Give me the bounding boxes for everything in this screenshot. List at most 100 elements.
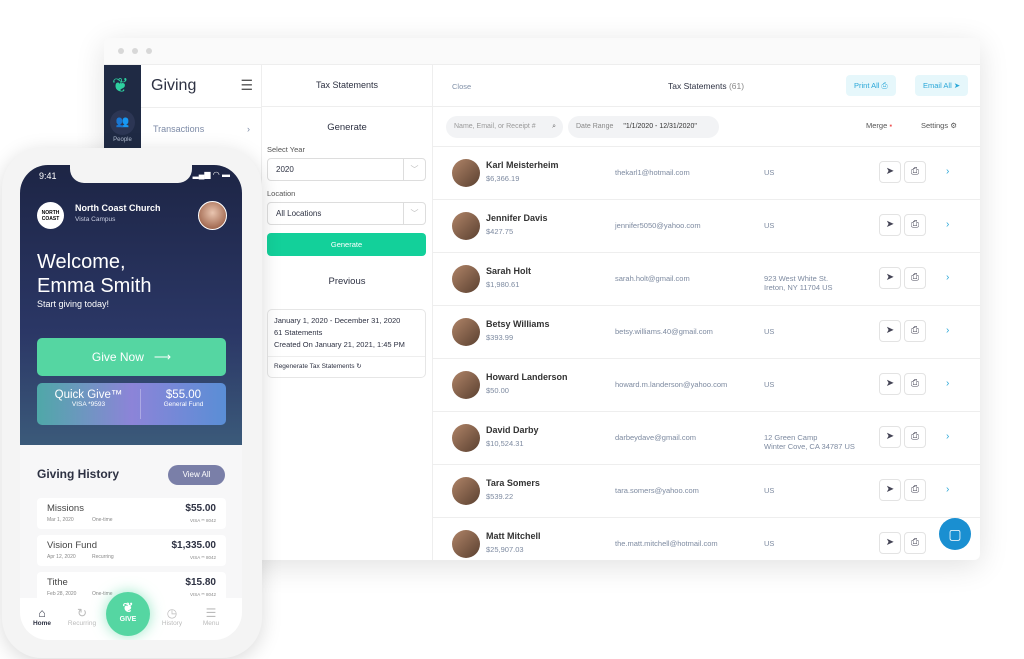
generate-button[interactable]: Generate: [267, 233, 426, 256]
quick-give-fund: General Fund: [163, 401, 204, 408]
year-select[interactable]: 2020 ﹀: [267, 158, 426, 181]
location-line: Ireton, NY 11704 US: [764, 283, 833, 292]
table-row[interactable]: Betsy Williams $393.99 betsy.williams.40…: [433, 306, 980, 359]
send-button[interactable]: ➤: [879, 426, 901, 448]
card-label: VISA *9593: [71, 401, 106, 408]
print-button[interactable]: ⎙: [904, 161, 926, 183]
nav-history[interactable]: ◷ History: [152, 606, 192, 627]
sidebar-item-transactions[interactable]: › Transactions: [141, 107, 262, 150]
table-row[interactable]: Karl Meisterheim $6,366.19 thekarl1@hotm…: [433, 147, 980, 200]
table-row[interactable]: Matt Mitchell $25,907.03 the.matt.mitche…: [433, 518, 980, 560]
avatar: [452, 424, 480, 452]
user-avatar[interactable]: [198, 201, 227, 230]
send-button[interactable]: ➤: [879, 320, 901, 342]
chevron-right-icon[interactable]: ›: [946, 431, 949, 442]
print-button[interactable]: ⎙: [904, 320, 926, 342]
chevron-right-icon[interactable]: ›: [946, 272, 949, 283]
donor-name: Tara Somers: [486, 478, 540, 488]
print-button[interactable]: ⎙: [904, 373, 926, 395]
menu-icon[interactable]: ☰: [240, 77, 253, 94]
nav-recurring[interactable]: ↻ Recurring: [62, 606, 102, 627]
print-button[interactable]: ⎙: [904, 214, 926, 236]
printer-icon: ⎙: [911, 325, 919, 336]
donor-email: howard.m.landerson@yahoo.com: [615, 380, 728, 389]
send-button[interactable]: ➤: [879, 479, 901, 501]
donor-name: Sarah Holt: [486, 266, 532, 276]
fund-name: Tithe: [47, 577, 68, 588]
chevron-right-icon[interactable]: ›: [946, 219, 949, 230]
date-range-filter[interactable]: Date Range "1/1/2020 - 12/31/2020": [568, 116, 719, 138]
history-item[interactable]: Missions Mar 1, 2020 One-time $55.00 VIS…: [37, 498, 226, 529]
avatar: [452, 318, 480, 346]
location-line: Winter Cove, CA 34787 US: [764, 442, 855, 451]
quick-give-card[interactable]: Quick Give™ VISA *9593 $55.00 General Fund: [37, 383, 226, 425]
print-button[interactable]: ⎙: [904, 532, 926, 554]
previous-statement-card[interactable]: January 1, 2020 - December 31, 2020 61 St…: [267, 309, 426, 378]
print-all-button[interactable]: Print All ⎙: [846, 75, 896, 96]
printer-icon: ⎙: [911, 484, 919, 495]
statements-main: Close Tax Statements (61) Print All ⎙ Em…: [433, 65, 980, 560]
email-all-label: Email All: [923, 81, 952, 90]
window-dot[interactable]: [146, 48, 152, 54]
gift-date: Mar 1, 2020: [47, 517, 74, 523]
nav-home[interactable]: ⌂ Home: [22, 606, 62, 627]
chevron-right-icon[interactable]: ›: [946, 325, 949, 336]
search-input[interactable]: Name, Email, or Receipt # ⌕: [446, 116, 563, 138]
donor-amount: $393.99: [486, 333, 514, 342]
print-button[interactable]: ⎙: [904, 267, 926, 289]
table-row[interactable]: Howard Landerson $50.00 howard.m.landers…: [433, 359, 980, 412]
chevron-right-icon[interactable]: ›: [946, 484, 949, 495]
email-all-button[interactable]: Email All ➤: [915, 75, 969, 96]
avatar: [452, 371, 480, 399]
send-button[interactable]: ➤: [879, 214, 901, 236]
chevron-right-icon[interactable]: ›: [946, 378, 949, 389]
donor-location: 12 Green Camp Winter Cove, CA 34787 US: [764, 433, 855, 451]
donor-amount: $6,366.19: [486, 174, 520, 183]
chevron-right-icon[interactable]: ›: [946, 166, 949, 177]
printer-icon: ⎙: [881, 81, 888, 90]
fund-name: Vision Fund: [47, 540, 97, 551]
location-line: US: [764, 327, 775, 336]
generate-heading: Generate: [327, 122, 367, 133]
table-row[interactable]: David Darby $10,524.31 darbeydave@gmail.…: [433, 412, 980, 465]
send-icon: ➤: [885, 537, 895, 548]
nav-menu[interactable]: ☰ Menu: [191, 606, 231, 627]
date-range-value: "1/1/2020 - 12/31/2020": [623, 123, 697, 130]
signal-wifi-battery-icon: ▂▄▆ ◠ ▬: [192, 170, 230, 179]
send-button[interactable]: ➤: [879, 532, 901, 554]
donor-email: betsy.williams.40@gmail.com: [615, 327, 713, 336]
table-row[interactable]: Jennifer Davis $427.75 jennifer5050@yaho…: [433, 200, 980, 253]
regenerate-link[interactable]: Regenerate Tax Statements ↻: [268, 356, 425, 377]
previous-heading: Previous: [328, 276, 366, 287]
location-select[interactable]: All Locations ﹀: [267, 202, 426, 225]
people-icon[interactable]: 👥: [110, 110, 135, 135]
quick-give-label: Quick Give™: [54, 389, 123, 401]
view-all-button[interactable]: View All: [168, 465, 225, 485]
gift-card: VISA ** 8042: [189, 555, 216, 560]
send-button[interactable]: ➤: [879, 373, 901, 395]
close-button[interactable]: Close: [452, 82, 471, 91]
regenerate-label: Regenerate Tax Statements: [274, 363, 355, 370]
send-button[interactable]: ➤: [879, 267, 901, 289]
give-button[interactable]: ❦ GIVE: [106, 592, 150, 636]
print-button[interactable]: ⎙: [904, 426, 926, 448]
statement-created: Created On January 21, 2021, 1:45 PM: [274, 340, 405, 349]
gift-date: Apr 12, 2020: [47, 554, 76, 560]
window-dot[interactable]: [132, 48, 138, 54]
printer-icon: ⎙: [911, 219, 919, 230]
history-item[interactable]: Vision Fund Apr 12, 2020 Recurring $1,33…: [37, 535, 226, 566]
nav-label: Home: [32, 620, 52, 627]
donor-email: thekarl1@hotmail.com: [615, 168, 690, 177]
leaf-logo-icon[interactable]: ❦: [112, 73, 129, 98]
settings-button[interactable]: Settings ⚙: [921, 121, 957, 130]
chat-support-button[interactable]: ▢: [939, 518, 971, 550]
window-dot[interactable]: [118, 48, 124, 54]
send-button[interactable]: ➤: [879, 161, 901, 183]
location-line: 923 West White St.: [764, 274, 829, 283]
table-row[interactable]: Tara Somers $539.22 tara.somers@yahoo.co…: [433, 465, 980, 518]
table-row[interactable]: Sarah Holt $1,980.61 sarah.holt@gmail.co…: [433, 253, 980, 306]
print-button[interactable]: ⎙: [904, 479, 926, 501]
tax-generate-panel: Tax Statements Generate Select Year 2020…: [262, 65, 433, 560]
give-now-button[interactable]: Give Now ⟶: [37, 338, 226, 376]
merge-button[interactable]: Merge ▪: [866, 121, 892, 130]
